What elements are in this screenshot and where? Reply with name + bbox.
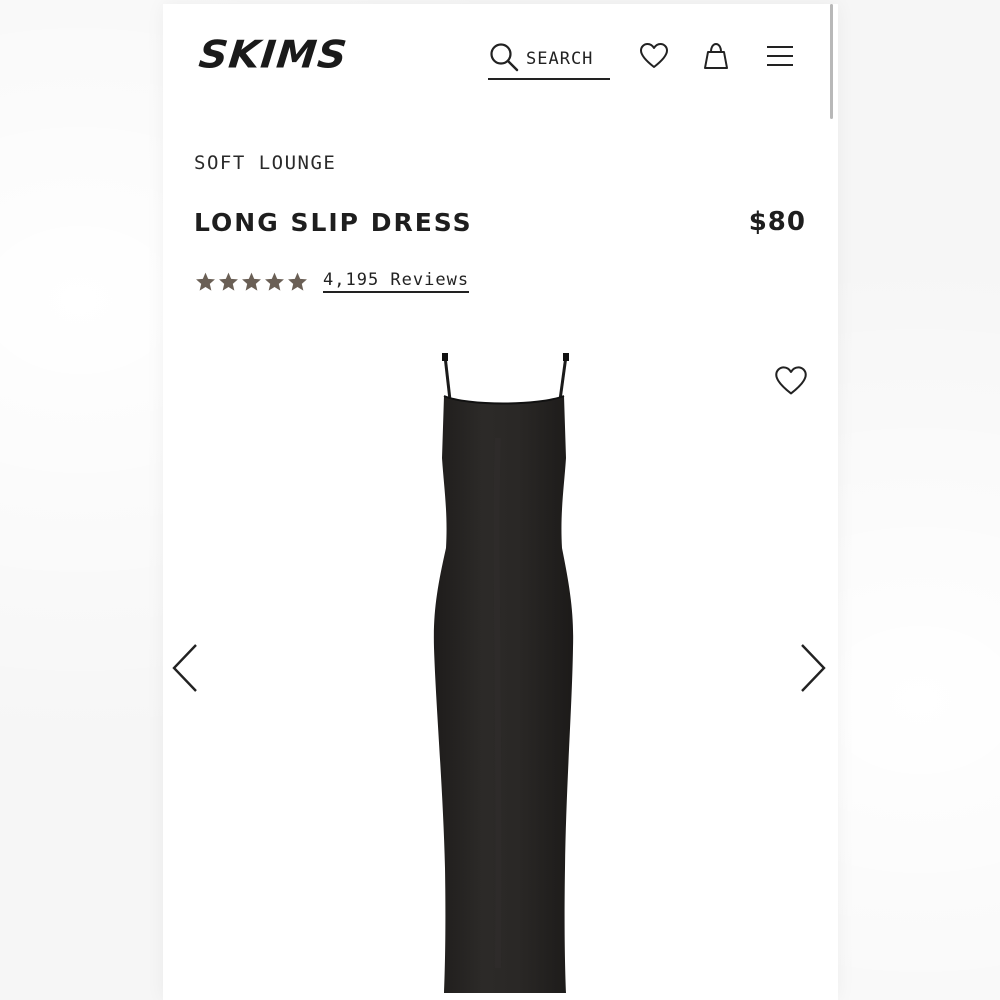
product-price: $80	[748, 207, 806, 237]
product-rating: 4,195 Reviews	[194, 270, 470, 293]
search-icon	[488, 41, 520, 78]
scrollbar[interactable]	[830, 4, 833, 119]
star-rating	[194, 271, 309, 293]
wishlist-button[interactable]	[638, 42, 670, 74]
product-title: LONG SLIP DRESS	[194, 208, 473, 237]
menu-icon	[765, 43, 795, 74]
previous-image-button[interactable]	[170, 642, 202, 694]
product-gallery	[163, 334, 838, 1000]
star-icon	[288, 272, 307, 291]
skims-logo[interactable]: SKIMS	[196, 32, 350, 78]
logo-text: SKIMS	[196, 33, 350, 77]
next-image-button[interactable]	[796, 642, 828, 694]
mobile-product-page: SKIMS SEARCH SOFT LOUNGE LONG SLIP DRESS…	[163, 4, 838, 1000]
heart-icon	[639, 42, 669, 75]
chevron-left-icon	[170, 644, 202, 698]
star-icon	[196, 272, 215, 291]
cart-button[interactable]	[700, 42, 732, 74]
dress-illustration	[433, 353, 574, 993]
reviews-link[interactable]: 4,195 Reviews	[323, 270, 470, 293]
shopping-bag-icon	[701, 41, 731, 76]
add-to-wishlist-button[interactable]	[774, 365, 808, 399]
menu-button[interactable]	[764, 42, 796, 74]
product-image	[428, 348, 578, 1000]
star-icon	[219, 272, 238, 291]
star-icon	[265, 272, 284, 291]
search-field[interactable]: SEARCH	[488, 40, 610, 80]
star-icon	[242, 272, 261, 291]
chevron-right-icon	[796, 644, 828, 698]
product-category: SOFT LOUNGE	[194, 152, 337, 174]
search-label: SEARCH	[526, 49, 594, 69]
heart-icon	[774, 366, 808, 401]
